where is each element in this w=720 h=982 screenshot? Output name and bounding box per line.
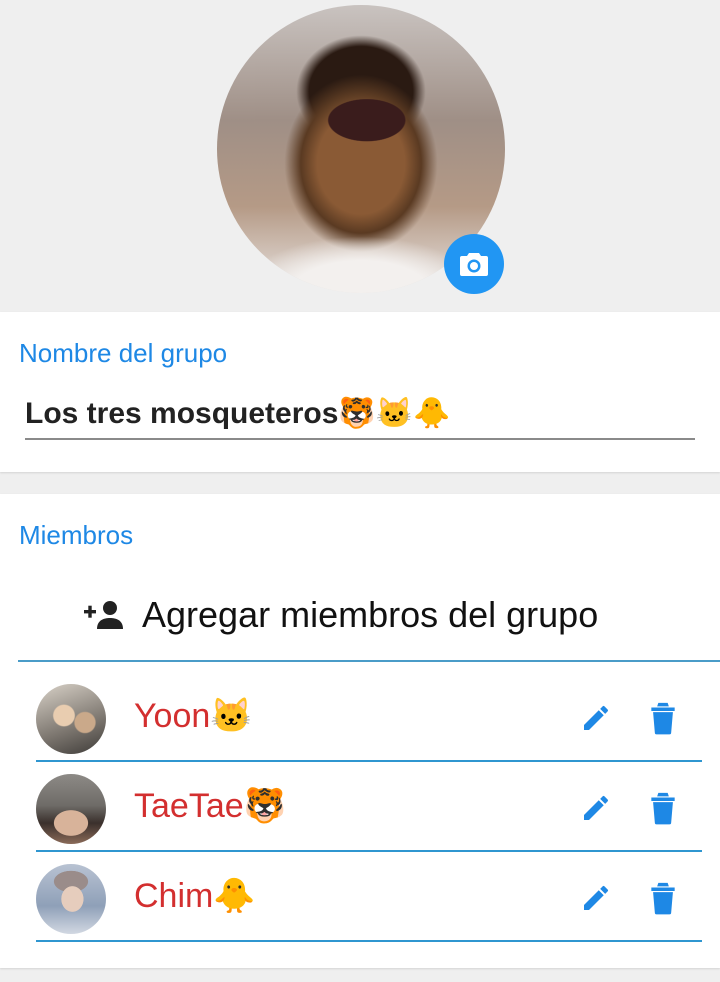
group-name-card: Nombre del grupo Los tres mosqueteros🐯🐱🐥: [0, 312, 720, 472]
avatar: [36, 774, 106, 844]
divider: [18, 660, 720, 662]
member-name: Yoon🐱: [134, 697, 253, 735]
edit-member-button[interactable]: [576, 788, 616, 828]
member-name: Chim🐥: [134, 877, 256, 915]
member-row[interactable]: Chim🐥: [36, 850, 702, 942]
delete-member-button[interactable]: [643, 698, 683, 738]
edit-member-button[interactable]: [576, 878, 616, 918]
camera-icon: [460, 253, 488, 276]
trash-icon: [651, 882, 675, 915]
pencil-icon: [584, 705, 609, 730]
member-name: TaeTae🐯: [134, 787, 286, 825]
trash-icon: [651, 792, 675, 825]
change-photo-button[interactable]: [444, 234, 504, 294]
trash-icon: [651, 702, 675, 735]
members-card: Miembros Agregar miembros del grupo Yoon…: [0, 494, 720, 968]
edit-member-button[interactable]: [576, 698, 616, 738]
group-name-input[interactable]: Los tres mosqueteros🐯🐱🐥: [25, 394, 695, 440]
member-row[interactable]: TaeTae🐯: [36, 760, 702, 852]
person-add-icon: [84, 601, 123, 629]
group-name-label: Nombre del grupo: [19, 338, 228, 368]
add-members-label: Agregar miembros del grupo: [142, 594, 599, 635]
add-members-button[interactable]: Agregar miembros del grupo: [0, 574, 720, 660]
pencil-icon: [584, 885, 609, 910]
group-header: [0, 0, 720, 308]
member-row[interactable]: Yoon🐱: [36, 670, 702, 762]
delete-member-button[interactable]: [643, 878, 683, 918]
avatar: [36, 684, 106, 754]
members-label: Miembros: [19, 520, 134, 550]
pencil-icon: [584, 795, 609, 820]
delete-member-button[interactable]: [643, 788, 683, 828]
avatar: [36, 864, 106, 934]
